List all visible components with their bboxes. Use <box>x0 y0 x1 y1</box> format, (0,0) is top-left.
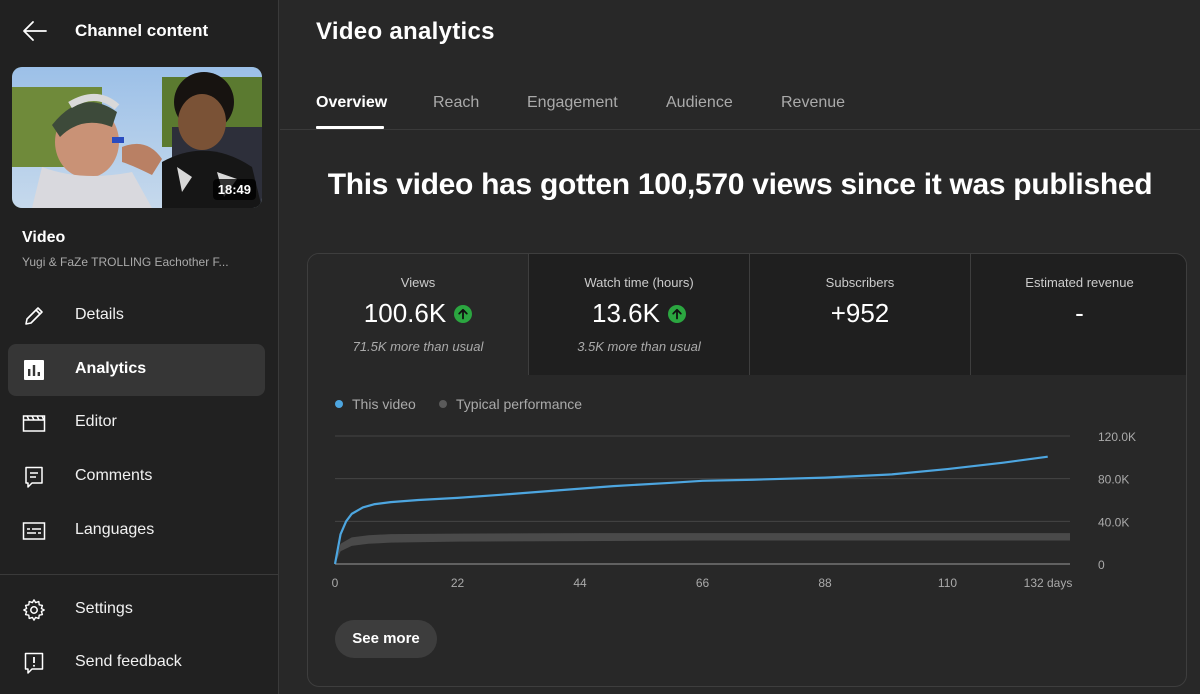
nav-label-editor: Editor <box>75 413 117 430</box>
metric-estimated-revenue[interactable]: Estimated revenue - <box>971 254 1186 375</box>
subtitles-icon <box>22 519 46 543</box>
tab-reach[interactable]: Reach <box>433 94 479 112</box>
metric-subscribers[interactable]: Subscribers +952 <box>750 254 970 375</box>
metric-value: +952 <box>830 298 890 328</box>
sidebar: Channel content 18:49 Video Yugi & FaZe … <box>0 0 279 694</box>
views-line-chart: 120.0K 80.0K 40.0K 0 0 22 44 66 88 110 132 days <box>332 430 1136 590</box>
comment-icon <box>22 465 46 489</box>
gear-icon <box>22 598 46 622</box>
metric-views[interactable]: Views 100.6K 71.5K more than usual <box>308 254 528 375</box>
nav-item-details[interactable]: Details <box>8 290 265 342</box>
metric-watch-time[interactable]: Watch time (hours) 13.6K 3.5K more than … <box>529 254 749 375</box>
sidebar-divider <box>0 574 279 575</box>
metric-title: Subscribers <box>825 275 895 290</box>
y-tick-label: 120.0K <box>1098 430 1136 444</box>
trend-up-icon <box>454 304 473 323</box>
trend-up-icon <box>667 304 686 323</box>
film-icon <box>22 411 46 435</box>
metric-note: 3.5K more than usual <box>577 339 701 354</box>
metric-title: Watch time (hours) <box>584 275 694 290</box>
metric-title: Estimated revenue <box>1025 275 1134 290</box>
nav-label-details: Details <box>75 306 124 323</box>
tab-revenue[interactable]: Revenue <box>781 94 845 112</box>
nav-item-settings[interactable]: Settings <box>8 584 265 636</box>
tab-overview[interactable]: Overview <box>316 94 387 112</box>
nav-item-analytics[interactable]: Analytics <box>8 344 265 396</box>
x-tick-label: 110 <box>938 576 957 590</box>
sidebar-title: Channel content <box>75 21 209 40</box>
views-headline: This video has gotten 100,570 views sinc… <box>327 168 1153 201</box>
y-tick-label: 80.0K <box>1098 473 1129 487</box>
metric-title: Views <box>400 275 436 290</box>
tabs-divider <box>280 129 1200 130</box>
series-line-this-video <box>333 455 1048 565</box>
x-tick-label: 0 <box>332 576 339 590</box>
video-thumbnail[interactable]: 18:49 <box>12 67 262 208</box>
x-tick-label: 66 <box>696 576 710 590</box>
y-tick-label: 40.0K <box>1098 515 1129 529</box>
metric-value: - <box>1075 298 1084 328</box>
legend-dot-icon <box>439 400 447 408</box>
page-title: Video analytics <box>316 18 495 45</box>
analytics-icon <box>22 358 46 382</box>
tab-engagement[interactable]: Engagement <box>527 94 618 112</box>
see-more-button[interactable]: See more <box>335 620 437 658</box>
pencil-icon <box>22 304 46 328</box>
sidebar-header: Channel content <box>0 0 279 62</box>
metric-value: 100.6K <box>363 298 447 328</box>
main-content: Video analytics Overview Reach Engagemen… <box>280 0 1200 694</box>
x-tick-label: 44 <box>573 576 587 590</box>
nav-label-languages: Languages <box>75 521 155 538</box>
metric-value-row: 13.6K <box>529 298 749 329</box>
nav-item-comments[interactable]: Comments <box>8 451 265 503</box>
video-duration: 18:49 <box>212 179 256 200</box>
legend-dot-icon <box>335 400 343 408</box>
back-arrow-icon[interactable] <box>22 19 48 43</box>
typical-performance-band <box>335 533 1070 564</box>
metrics-row: Views 100.6K 71.5K more than usual Watch… <box>308 254 1186 375</box>
legend-label: This video <box>352 396 416 412</box>
legend-item-typical[interactable]: Typical performance <box>439 396 582 412</box>
x-tick-label: 88 <box>818 576 832 590</box>
metric-note: 71.5K more than usual <box>352 339 484 354</box>
metric-value: 13.6K <box>592 298 660 328</box>
nav-label-comments: Comments <box>75 467 153 484</box>
nav-label-analytics: Analytics <box>75 360 147 377</box>
nav-item-editor[interactable]: Editor <box>8 397 265 449</box>
video-label: Video <box>22 229 66 246</box>
legend-label: Typical performance <box>456 396 583 412</box>
nav-item-languages[interactable]: Languages <box>8 505 265 557</box>
analytics-card: Views 100.6K 71.5K more than usual Watch… <box>307 253 1187 687</box>
x-tick-label: 132 days <box>1024 576 1073 590</box>
tab-audience[interactable]: Audience <box>666 94 733 112</box>
metric-value-row: 100.6K <box>308 298 528 329</box>
nav-item-send-feedback[interactable]: Send feedback <box>8 637 265 689</box>
x-tick-label: 22 <box>451 576 465 590</box>
nav-label-settings: Settings <box>75 600 133 617</box>
video-title[interactable]: Yugi & FaZe TROLLING Eachother F... <box>22 255 262 269</box>
feedback-icon <box>22 651 46 675</box>
nav-label-send-feedback: Send feedback <box>75 653 182 670</box>
legend-item-this-video[interactable]: This video <box>335 396 416 412</box>
y-tick-label: 0 <box>1098 558 1105 572</box>
